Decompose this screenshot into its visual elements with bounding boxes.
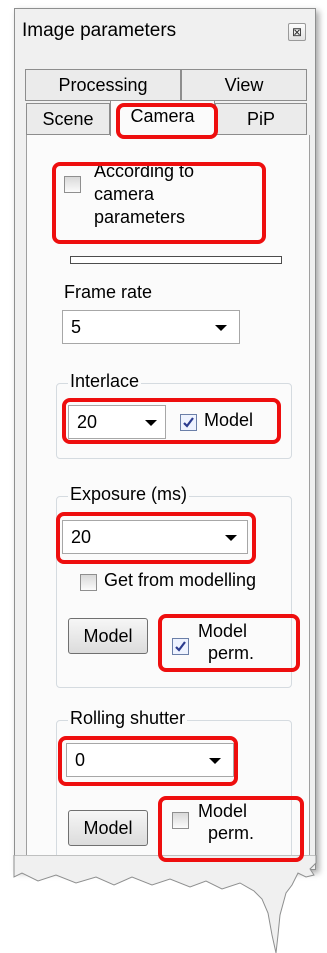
exposure-value: 20 [71, 527, 92, 547]
interlace-legend: Interlace [68, 371, 142, 392]
exposure-model-button[interactable]: Model [68, 618, 148, 654]
rolling-shutter-model-perm-line-1: Model [198, 801, 248, 821]
exposure-legend: Exposure (ms) [68, 484, 190, 505]
separator-bar [70, 256, 282, 264]
get-from-modelling-checkbox[interactable] [80, 574, 97, 591]
torn-edge-decoration [13, 855, 317, 953]
interlace-select[interactable]: 20 [68, 405, 166, 439]
frame-rate-select[interactable]: 5 [62, 310, 240, 344]
frame-rate-label: Frame rate [64, 282, 153, 302]
tab-pip[interactable]: PiP [215, 103, 307, 135]
rolling-shutter-legend: Rolling shutter [68, 708, 188, 729]
exposure-select[interactable]: 20 [62, 520, 248, 554]
interlace-value: 20 [77, 412, 98, 432]
chevron-down-icon [215, 325, 227, 331]
interlace-model-checkbox[interactable] [180, 414, 197, 431]
tab-camera[interactable]: Camera [110, 100, 215, 136]
rolling-shutter-model-perm-checkbox[interactable] [172, 812, 189, 829]
exposure-model-perm-checkbox[interactable] [172, 638, 189, 655]
exposure-model-perm-line-1: Model [198, 621, 248, 641]
according-line-3: parameters [94, 207, 186, 227]
according-to-camera-label: According to camera parameters [94, 160, 194, 229]
exposure-model-perm-label: Model perm. [198, 620, 254, 664]
close-icon[interactable]: ⊠ [288, 23, 306, 41]
chevron-down-icon [209, 758, 221, 764]
tab-view[interactable]: View [181, 69, 307, 101]
rolling-shutter-value: 0 [75, 750, 86, 770]
exposure-model-perm-line-2: perm. [208, 643, 255, 663]
tab-processing[interactable]: Processing [25, 69, 181, 101]
according-line-1: According to [94, 161, 195, 181]
rolling-shutter-model-button[interactable]: Model [68, 810, 148, 846]
frame-rate-value: 5 [71, 317, 82, 337]
according-line-2: camera [94, 184, 155, 204]
tab-scene[interactable]: Scene [26, 103, 110, 135]
check-icon [183, 417, 194, 428]
interlace-model-label: Model [204, 410, 254, 430]
chevron-down-icon [145, 420, 157, 426]
rolling-shutter-model-perm-label: Model perm. [198, 800, 254, 844]
rolling-shutter-select[interactable]: 0 [66, 743, 234, 777]
check-icon [175, 641, 186, 652]
according-to-camera-checkbox[interactable] [64, 176, 81, 193]
chevron-down-icon [225, 535, 237, 541]
get-from-modelling-label: Get from modelling [104, 570, 257, 590]
rolling-shutter-model-perm-line-2: perm. [208, 823, 255, 843]
panel-title: Image parameters [22, 20, 177, 41]
